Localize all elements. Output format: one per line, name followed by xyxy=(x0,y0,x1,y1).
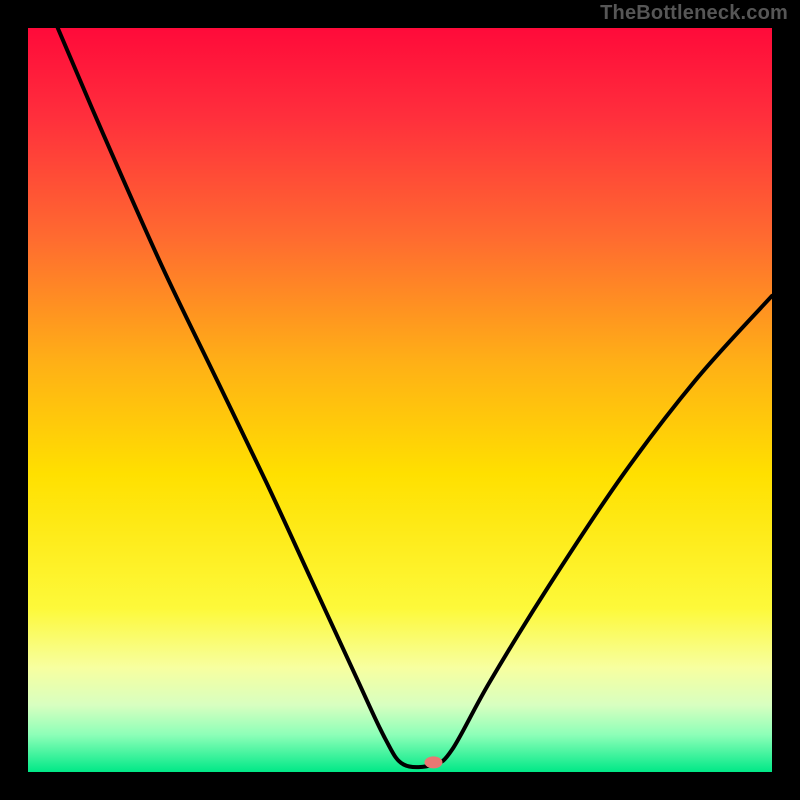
chart-background xyxy=(28,28,772,772)
bottleneck-chart xyxy=(0,0,800,800)
optimal-point-marker xyxy=(424,756,442,768)
chart-frame: { "watermark": "TheBottleneck.com", "cha… xyxy=(0,0,800,800)
watermark-text: TheBottleneck.com xyxy=(600,2,788,25)
